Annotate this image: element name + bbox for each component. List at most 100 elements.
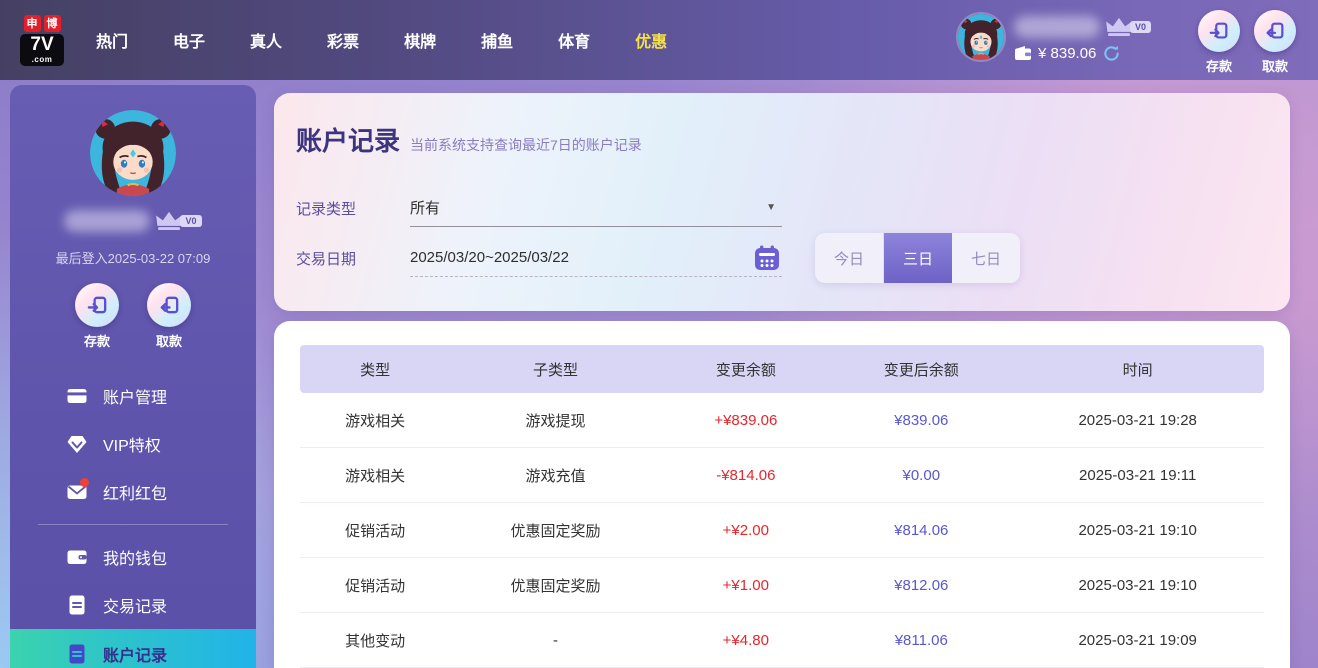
sidebar-withdraw-button[interactable]: 取款 [147, 283, 191, 350]
col-header-subtype: 子类型 [450, 359, 660, 380]
record-type-label: 记录类型 [296, 198, 410, 219]
record-type-value: 所有 [410, 197, 440, 218]
quick-date-range-group: 今日 三日 七日 [815, 233, 1020, 283]
vip-level-badge: V0 [1130, 21, 1151, 33]
cell-change-amount: +¥839.06 [661, 412, 832, 429]
col-header-time: 时间 [1011, 359, 1264, 380]
withdraw-button[interactable]: 取款 [1254, 10, 1296, 75]
deposit-icon [1198, 10, 1240, 52]
record-type-select[interactable]: 所有 ▼ [410, 189, 782, 227]
page-title: 账户记录 [296, 121, 400, 158]
topbar-actions: 存款 取款 [1198, 10, 1296, 75]
deposit-button[interactable]: 存款 [1198, 10, 1240, 75]
user-avatar[interactable] [956, 12, 1006, 62]
cell-time: 2025-03-21 19:10 [1011, 577, 1264, 594]
calendar-icon[interactable] [754, 245, 780, 271]
withdraw-icon [147, 283, 191, 327]
balance-amount: ¥ 839.06 [1038, 45, 1096, 62]
top-navigation-bar: 申 博 7V.com 热门 电子 真人 彩票 棋牌 捕鱼 体育 优惠 [0, 0, 1318, 80]
table-row: 其他变动 - +¥4.80 ¥811.06 2025-03-21 19:09 [300, 613, 1264, 668]
cell-time: 2025-03-21 19:28 [1011, 412, 1264, 429]
gem-icon [66, 433, 88, 455]
sidebar-item-vip-privileges[interactable]: VIP特权 [10, 420, 256, 468]
nav-item-live[interactable]: 真人 [250, 28, 282, 52]
cell-after-balance: ¥811.06 [831, 632, 1011, 649]
cell-subtype: 游戏提现 [450, 410, 660, 431]
last-login-text: 最后登入2025-03-22 07:09 [10, 248, 256, 267]
wallet-icon [1014, 46, 1032, 61]
card-icon [66, 385, 88, 407]
brand-square: 申 [24, 15, 41, 32]
sidebar-deposit-button[interactable]: 存款 [75, 283, 119, 350]
table-row: 促销活动 优惠固定奖励 +¥2.00 ¥814.06 2025-03-21 19… [300, 503, 1264, 558]
username-redacted [1014, 16, 1100, 38]
cell-after-balance: ¥0.00 [831, 467, 1011, 484]
table-header: 类型 子类型 变更余额 变更后余额 时间 [300, 345, 1264, 393]
account-records-filter-panel: 账户记录 当前系统支持查询最近7日的账户记录 记录类型 所有 ▼ 交易日期 20… [274, 93, 1290, 311]
cell-type: 游戏相关 [300, 465, 450, 486]
avatar-illustration [90, 110, 176, 196]
sidebar-item-account-records[interactable]: 账户记录 [10, 629, 256, 668]
cell-type: 游戏相关 [300, 410, 450, 431]
cell-change-amount: +¥2.00 [661, 522, 832, 539]
table-row: 游戏相关 游戏充值 -¥814.06 ¥0.00 2025-03-21 19:1… [300, 448, 1264, 503]
sidebar-item-my-wallet[interactable]: 我的钱包 [10, 533, 256, 581]
nav-item-chess[interactable]: 棋牌 [404, 28, 436, 52]
cell-type: 促销活动 [300, 520, 450, 541]
quick-range-3days[interactable]: 三日 [884, 233, 952, 283]
account-records-table-panel: 类型 子类型 变更余额 变更后余额 时间 游戏相关 游戏提现 +¥839.06 … [274, 321, 1290, 668]
cell-time: 2025-03-21 19:11 [1011, 467, 1264, 484]
sidebar-item-account-management[interactable]: 账户管理 [10, 372, 256, 420]
brand-logo-squares: 申 博 [24, 15, 61, 32]
quick-range-7days[interactable]: 七日 [952, 233, 1020, 283]
col-header-change: 变更余额 [661, 359, 832, 380]
sidebar-vip-level-badge: V0 [180, 215, 201, 227]
refresh-icon[interactable] [1102, 44, 1121, 63]
cell-type: 促销活动 [300, 575, 450, 596]
sidebar-item-bonus-redpacket[interactable]: 红利红包 [10, 468, 256, 516]
sidebar-menu: 账户管理 VIP特权 红利红包 我的钱包 交易记录 账户记录 [10, 372, 256, 668]
col-header-type: 类型 [300, 359, 450, 380]
cell-subtype: 优惠固定奖励 [450, 575, 660, 596]
cell-subtype: - [450, 632, 660, 649]
account-sidebar: V0 最后登入2025-03-22 07:09 存款 取款 账户管理 VIP特权 [10, 85, 256, 668]
date-range-label: 交易日期 [296, 248, 410, 269]
cell-after-balance: ¥814.06 [831, 522, 1011, 539]
col-header-after: 变更后余额 [831, 359, 1011, 380]
brand-logo[interactable]: 申 博 7V.com [16, 15, 68, 66]
cell-type: 其他变动 [300, 630, 450, 651]
nav-item-sports[interactable]: 体育 [558, 28, 590, 52]
nav-item-slots[interactable]: 电子 [173, 28, 205, 52]
brand-square: 博 [44, 15, 61, 32]
sidebar-item-transaction-records[interactable]: 交易记录 [10, 581, 256, 629]
cell-time: 2025-03-21 19:10 [1011, 522, 1264, 539]
deposit-icon [75, 283, 119, 327]
main-nav: 热门 电子 真人 彩票 棋牌 捕鱼 体育 优惠 [96, 28, 667, 52]
table-row: 游戏相关 游戏提现 +¥839.06 ¥839.06 2025-03-21 19… [300, 393, 1264, 448]
date-range-input[interactable]: 2025/03/20~2025/03/22 [410, 239, 782, 277]
table-body: 游戏相关 游戏提现 +¥839.06 ¥839.06 2025-03-21 19… [300, 393, 1264, 668]
withdraw-icon [1254, 10, 1296, 52]
cell-after-balance: ¥812.06 [831, 577, 1011, 594]
nav-item-lottery[interactable]: 彩票 [327, 28, 359, 52]
cell-time: 2025-03-21 19:09 [1011, 632, 1264, 649]
document-icon [66, 643, 88, 665]
chevron-down-icon: ▼ [766, 202, 776, 213]
cell-subtype: 游戏充值 [450, 465, 660, 486]
notification-dot [80, 478, 89, 487]
wallet-icon [66, 546, 88, 568]
cell-change-amount: -¥814.06 [661, 467, 832, 484]
document-icon [66, 594, 88, 616]
sidebar-avatar[interactable] [90, 110, 176, 196]
user-info-cluster: V0 ¥ 839.06 [956, 12, 1151, 63]
sidebar-divider [38, 524, 228, 525]
quick-range-today[interactable]: 今日 [815, 233, 884, 283]
cell-change-amount: +¥4.80 [661, 632, 832, 649]
nav-item-promo[interactable]: 优惠 [635, 28, 667, 52]
nav-item-fishing[interactable]: 捕鱼 [481, 28, 513, 52]
brand-wordmark: 7V.com [20, 34, 64, 66]
cell-subtype: 优惠固定奖励 [450, 520, 660, 541]
date-range-value: 2025/03/20~2025/03/22 [410, 249, 569, 266]
nav-item-hot[interactable]: 热门 [96, 28, 128, 52]
cell-after-balance: ¥839.06 [831, 412, 1011, 429]
